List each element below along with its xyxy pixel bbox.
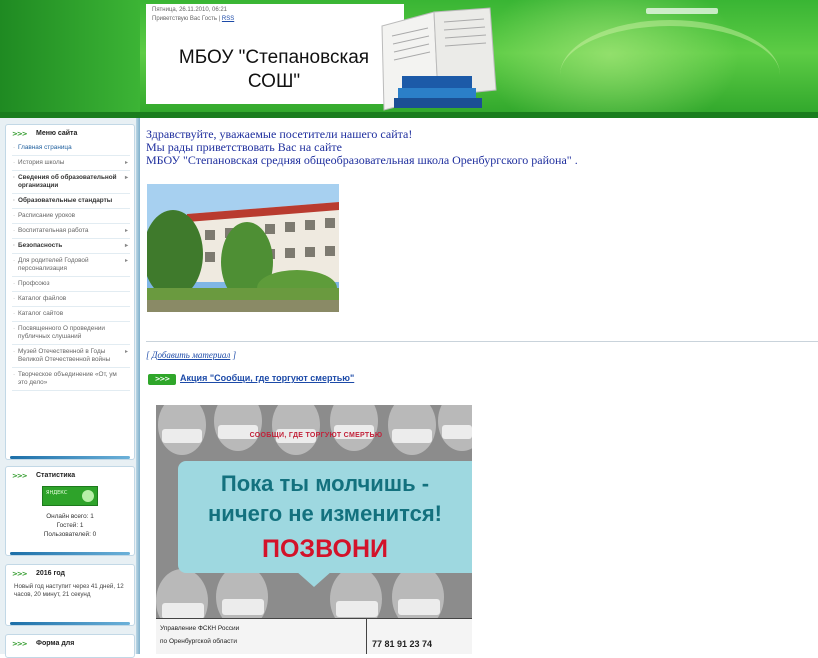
sidebar-item-label: Расписание уроков: [18, 212, 76, 219]
site-header: Пятница, 26.11.2010, 06:21 Приветствую В…: [0, 0, 818, 118]
panel-divider: [10, 622, 130, 625]
sidebar-menu-item[interactable]: Музей Отечественной в Годы Великой Отече…: [12, 345, 130, 368]
sidebar-menu-item[interactable]: Профсоюз: [12, 277, 130, 292]
header-top-links[interactable]: [646, 8, 718, 14]
sidebar-menu-item[interactable]: Сведения об образовательной организации ▸: [12, 171, 130, 194]
poster-info-box: Управление ФСКН России по Оренбургской о…: [156, 618, 472, 654]
rss-link[interactable]: RSS: [222, 16, 234, 22]
poster-call: ПОЗВОНИ: [262, 535, 388, 563]
add-material: [ Добавить материал ]: [146, 350, 237, 360]
stats-title: Статистика: [36, 472, 76, 479]
sidebar-item-label: Для родителей Годовой персонализация: [18, 257, 89, 272]
header-swoosh: [560, 20, 780, 118]
sidebar-item-label: Воспитательная работа: [18, 227, 89, 234]
promo-link[interactable]: Акция "Сообщи, где торгуют смертью": [180, 373, 354, 383]
stats-panel-header: >>> Статистика: [6, 467, 134, 483]
stats-panel: >>> Статистика ЯНДЕКС Онлайн всего: 1 Го…: [5, 466, 135, 556]
date-line: Пятница, 26.11.2010, 06:21: [152, 7, 228, 13]
school-photo: [147, 184, 339, 312]
sidebar-menu-item[interactable]: Творческое объединение «От, ум это дело»: [12, 368, 130, 391]
sidebar-menu-item[interactable]: Безопасность ▸: [12, 239, 130, 254]
sidebar-item-label: Музей Отечественной в Годы Великой Отече…: [18, 348, 111, 363]
sidebar-item-label: Образовательные стандарты: [18, 197, 113, 204]
sidebar-item-label: История школы: [18, 159, 65, 166]
menu-title: Меню сайта: [36, 130, 78, 137]
welcome-line-3: МБОУ "Степановская средняя общеобразоват…: [146, 153, 578, 167]
new-year-countdown: Новый год наступит через 41 дней, 12 час…: [14, 583, 124, 598]
visitor-counter[interactable]: ЯНДЕКС: [42, 486, 98, 506]
sidebar-item-label: Безопасность: [18, 242, 63, 249]
menu-panel-header: >>> Меню сайта: [6, 125, 134, 141]
poster-info-2: по Оренбургской области: [160, 638, 237, 645]
sidebar-item-label: Профсоюз: [18, 280, 50, 287]
sidebar: >>> Меню сайта Главная страница История ш…: [0, 118, 140, 658]
poster-info-1: Управление ФСКН России: [160, 625, 240, 632]
arrows-icon: >>>: [148, 374, 176, 385]
submenu-arrow-icon: ▸: [124, 258, 128, 264]
sidebar-menu-item[interactable]: История школы ▸: [12, 156, 130, 171]
sidebar-item-label: Сведения об образовательной организации: [18, 174, 117, 189]
stats-users: Пользователей: 0: [43, 531, 97, 538]
sidebar-item-label: Посвященного О проведении публичных слуш…: [18, 325, 106, 340]
year-panel: >>> 2016 год Новый год наступит через 41…: [5, 564, 135, 626]
greeting-text: Приветствую Вас Гость: [152, 16, 217, 22]
counter-label: ЯНДЕКС: [46, 490, 68, 496]
sidebar-menu-item[interactable]: Главная страница: [12, 141, 130, 156]
submenu-arrow-icon: ▸: [124, 349, 128, 355]
stats-online: Онлайн всего: 1: [46, 513, 94, 520]
sidebar-item-label: Творческое объединение «От, ум это дело»: [18, 371, 117, 386]
arrows-icon: >>>: [12, 130, 28, 138]
year-title: 2016 год: [36, 570, 65, 577]
greeting-line: Приветствую Вас Гость | RSS: [152, 16, 235, 22]
form-title: Форма для: [36, 640, 75, 647]
site-title: МБОУ "Степановская СОШ": [178, 47, 370, 92]
poster-banner[interactable]: СООБЩИ, ГДЕ ТОРГУЮТ СМЕРТЬЮ Пока ты молч…: [156, 405, 472, 654]
content-divider: [146, 341, 818, 342]
poster-phone: 77 81 91 23 74: [372, 639, 433, 649]
title-card: Пятница, 26.11.2010, 06:21 Приветствую В…: [146, 4, 404, 104]
panel-divider: [10, 552, 130, 555]
arrows-icon: >>>: [12, 640, 28, 648]
submenu-arrow-icon: ▸: [124, 228, 128, 234]
form-panel-header: >>> Форма для: [6, 635, 134, 651]
submenu-arrow-icon: ▸: [124, 175, 128, 181]
book-icon: [381, 7, 497, 111]
submenu-arrow-icon: ▸: [124, 160, 128, 166]
submenu-arrow-icon: ▸: [124, 243, 128, 249]
sidebar-menu-item[interactable]: Воспитательная работа ▸: [12, 224, 130, 239]
sidebar-menu-item[interactable]: Каталог сайтов: [12, 307, 130, 322]
sidebar-item-label: Каталог файлов: [18, 295, 67, 302]
arrows-icon: >>>: [12, 570, 28, 578]
bubble-pointer: [296, 571, 332, 587]
menu-panel: >>> Меню сайта Главная страница История ш…: [5, 124, 135, 460]
sidebar-item-label: Главная страница: [18, 144, 72, 151]
sidebar-edge: [136, 118, 140, 654]
welcome-text: Здравствуйте, уважаемые посетители нашег…: [146, 128, 746, 167]
poster-line-2: ничего не изменится!: [208, 501, 442, 526]
sidebar-item-label: Каталог сайтов: [18, 310, 64, 317]
add-material-link[interactable]: Добавить материал: [152, 350, 231, 360]
main-content: Здравствуйте, уважаемые посетители нашег…: [146, 118, 818, 654]
sidebar-menu-item[interactable]: Для родителей Годовой персонализация ▸: [12, 254, 130, 277]
year-panel-header: >>> 2016 год: [6, 565, 134, 581]
poster-speech-bubble: Пока ты молчишь - ничего не изменится! П…: [178, 461, 472, 573]
poster-line-1: Пока ты молчишь -: [220, 471, 430, 496]
counter-icon: [82, 490, 94, 502]
info-divider: [366, 619, 367, 654]
header-left-band: [0, 0, 140, 118]
sidebar-menu-item[interactable]: Посвященного О проведении публичных слуш…: [12, 322, 130, 345]
panel-divider: [10, 456, 130, 459]
poster-slogan: СООБЩИ, ГДЕ ТОРГУЮТ СМЕРТЬЮ: [249, 432, 383, 439]
sidebar-menu-item[interactable]: Каталог файлов: [12, 292, 130, 307]
form-panel: >>> Форма для: [5, 634, 135, 658]
stats-guests: Гостей: 1: [56, 522, 84, 529]
sidebar-menu-item[interactable]: Образовательные стандарты: [12, 194, 130, 209]
sidebar-menu-item[interactable]: Расписание уроков: [12, 209, 130, 224]
arrows-icon: >>>: [12, 472, 28, 480]
site-menu: Главная страницаИстория школы▸Сведения о…: [6, 141, 134, 391]
